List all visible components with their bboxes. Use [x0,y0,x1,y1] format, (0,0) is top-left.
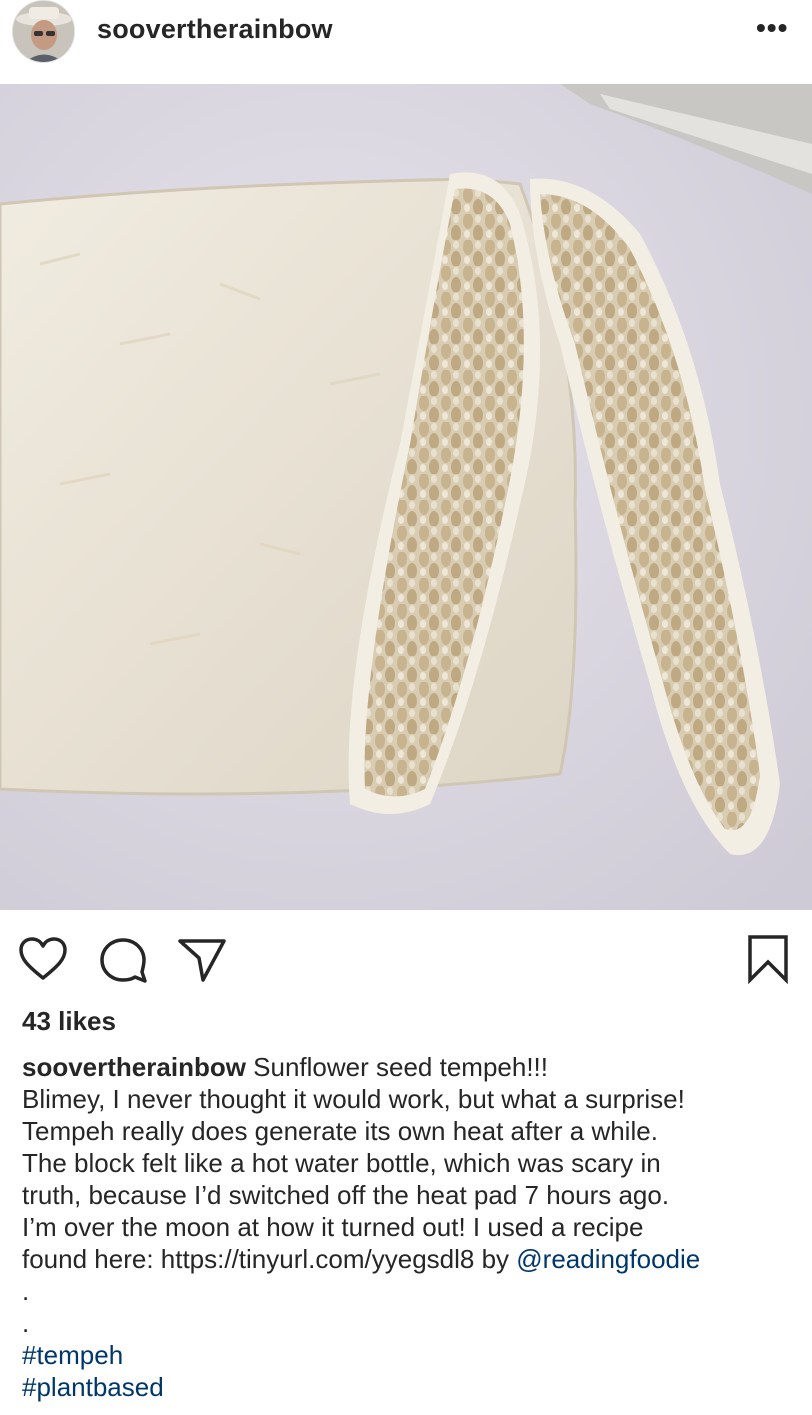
hashtag-link[interactable]: #tempeh [22,1339,802,1371]
avatar[interactable] [12,0,75,63]
share-icon[interactable] [176,936,228,984]
caption-line: found here: https://tinyurl.com/yyegsdl8… [22,1244,517,1274]
more-options-icon[interactable]: ••• [756,12,788,44]
caption-username[interactable]: soovertherainbow [22,1052,246,1082]
heart-icon[interactable] [18,936,68,982]
post-actions [0,910,812,1005]
post-header: soovertherainbow ••• [0,0,812,84]
bookmark-icon[interactable] [745,934,791,984]
caption-line: I’m over the moon at how it turned out! … [22,1212,644,1242]
post-username[interactable]: soovertherainbow [97,14,333,45]
likes-count[interactable]: 43 likes [22,1006,116,1037]
caption-dot: . [22,1276,30,1306]
caption-dot: . [22,1308,30,1338]
caption-line: The block felt like a hot water bottle, … [22,1148,661,1178]
post-photo[interactable] [0,84,812,910]
caption-line: truth, because I’d switched off the heat… [22,1180,670,1210]
caption-title: Sunflower seed tempeh!!! [245,1052,548,1082]
mention-link[interactable]: @readingfoodie [516,1244,700,1274]
comment-icon[interactable] [98,936,148,984]
caption-line: Tempeh really does generate its own heat… [22,1116,658,1146]
caption-line: Blimey, I never thought it would work, b… [22,1084,685,1114]
post-caption: soovertherainbow Sunflower seed tempeh!!… [22,1051,802,1403]
hashtag-link[interactable]: #plantbased [22,1371,802,1403]
